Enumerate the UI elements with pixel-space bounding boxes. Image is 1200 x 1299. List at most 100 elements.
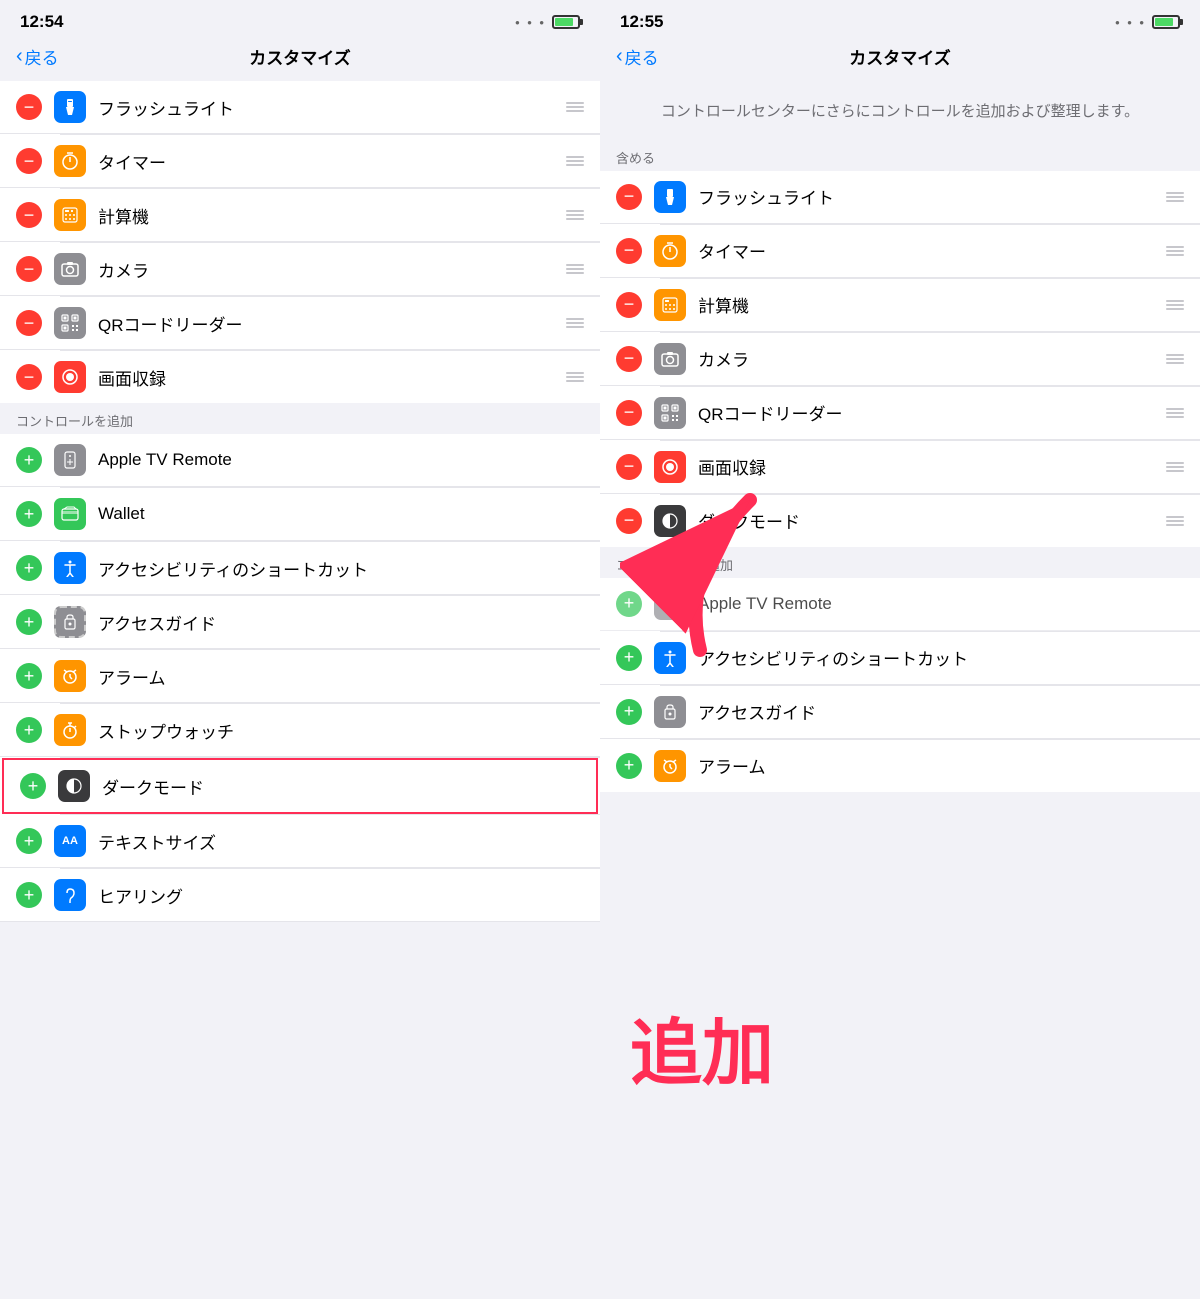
left-add-group: + Apple TV Remote + Wallet + アクセシビリティのショ… bbox=[0, 434, 600, 922]
list-item: − フラッシュライト bbox=[0, 81, 600, 134]
remove-button[interactable]: − bbox=[16, 148, 42, 174]
qr-icon bbox=[654, 397, 686, 429]
list-item: + アクセスガイド bbox=[600, 686, 1200, 739]
add-button[interactable]: + bbox=[16, 447, 42, 473]
description-text: コントロールセンターにさらにコントロールを追加および整理します。 bbox=[600, 81, 1200, 140]
remove-button[interactable]: − bbox=[616, 508, 642, 534]
add-button[interactable]: + bbox=[16, 609, 42, 635]
left-time: 12:54 bbox=[20, 12, 63, 32]
drag-handle[interactable] bbox=[558, 156, 584, 166]
add-button[interactable]: + bbox=[616, 699, 642, 725]
list-item: − 画面収録 bbox=[0, 351, 600, 403]
list-item: − フラッシュライト bbox=[600, 171, 1200, 224]
add-section-header: コントロールを追加 bbox=[0, 403, 600, 434]
drag-handle[interactable] bbox=[1158, 462, 1184, 472]
battery-icon bbox=[1152, 15, 1180, 29]
list-item: − 計算機 bbox=[600, 279, 1200, 332]
guided-access-icon bbox=[54, 606, 86, 638]
remove-button[interactable]: − bbox=[16, 94, 42, 120]
left-status-icons: • • • bbox=[515, 15, 580, 30]
drag-handle[interactable] bbox=[1158, 246, 1184, 256]
item-label: 画面収録 bbox=[98, 365, 558, 390]
item-label: ダークモード bbox=[698, 508, 1158, 533]
battery-icon bbox=[552, 15, 580, 29]
back-label: 戻る bbox=[625, 44, 659, 69]
drag-handle[interactable] bbox=[558, 372, 584, 382]
back-chevron-icon: ‹ bbox=[616, 45, 623, 68]
left-back-button[interactable]: ‹ 戻る bbox=[16, 44, 59, 69]
right-panel: 12:55 • • • ‹ 戻る カスタマイズ コントロールセンターにさらにコン… bbox=[600, 0, 1200, 1299]
item-label: カメラ bbox=[698, 346, 1158, 371]
drag-handle[interactable] bbox=[1158, 354, 1184, 364]
list-item: + アクセシビリティのショートカット bbox=[0, 542, 600, 595]
list-item: + アラーム bbox=[0, 650, 600, 703]
screen-record-icon bbox=[54, 361, 86, 393]
drag-handle[interactable] bbox=[1158, 516, 1184, 526]
drag-handle[interactable] bbox=[1158, 300, 1184, 310]
add-button[interactable]: + bbox=[616, 591, 642, 617]
drag-handle[interactable] bbox=[558, 210, 584, 220]
list-item: + Apple TV Remote bbox=[0, 434, 600, 487]
text-size-icon: AA bbox=[54, 825, 86, 857]
add-button[interactable]: + bbox=[16, 663, 42, 689]
screen-record-icon bbox=[654, 451, 686, 483]
list-item: + アラーム bbox=[600, 740, 1200, 792]
list-item: − タイマー bbox=[600, 225, 1200, 278]
list-item: − タイマー bbox=[0, 135, 600, 188]
item-label: アラーム bbox=[98, 664, 584, 689]
appletv-icon bbox=[654, 588, 686, 620]
item-label: アクセスガイド bbox=[98, 610, 584, 635]
back-chevron-icon: ‹ bbox=[16, 45, 23, 68]
add-button[interactable]: + bbox=[16, 717, 42, 743]
add-button[interactable]: + bbox=[16, 882, 42, 908]
add-button[interactable]: + bbox=[616, 645, 642, 671]
drag-handle[interactable] bbox=[558, 264, 584, 274]
left-nav-bar: ‹ 戻る カスタマイズ bbox=[0, 36, 600, 81]
remove-button[interactable]: − bbox=[16, 202, 42, 228]
drag-handle[interactable] bbox=[1158, 408, 1184, 418]
included-section-header: 含める bbox=[600, 140, 1200, 171]
calculator-icon bbox=[654, 289, 686, 321]
remove-button[interactable]: − bbox=[616, 184, 642, 210]
list-item: − カメラ bbox=[0, 243, 600, 296]
item-label: ストップウォッチ bbox=[98, 718, 584, 743]
item-label: カメラ bbox=[98, 257, 558, 282]
item-label: アクセシビリティのショートカット bbox=[698, 645, 1184, 670]
item-label: ヒアリング bbox=[98, 883, 584, 908]
remove-button[interactable]: − bbox=[616, 238, 642, 264]
add-button[interactable]: + bbox=[20, 773, 46, 799]
right-back-button[interactable]: ‹ 戻る bbox=[616, 44, 659, 69]
remove-button[interactable]: − bbox=[16, 310, 42, 336]
right-time: 12:55 bbox=[620, 12, 663, 32]
left-status-bar: 12:54 • • • bbox=[0, 0, 600, 36]
drag-handle[interactable] bbox=[558, 318, 584, 328]
remove-button[interactable]: − bbox=[16, 364, 42, 390]
remove-button[interactable]: − bbox=[616, 454, 642, 480]
item-label: アクセシビリティのショートカット bbox=[98, 556, 584, 581]
add-button[interactable]: + bbox=[16, 501, 42, 527]
calculator-icon bbox=[54, 199, 86, 231]
right-included-group: − フラッシュライト − タイマー − 計算機 bbox=[600, 171, 1200, 547]
drag-handle[interactable] bbox=[1158, 192, 1184, 202]
appletv-icon bbox=[54, 444, 86, 476]
item-label: アクセスガイド bbox=[698, 699, 1184, 724]
timer-icon bbox=[654, 235, 686, 267]
drag-handle[interactable] bbox=[558, 102, 584, 112]
add-button[interactable]: + bbox=[16, 828, 42, 854]
remove-button[interactable]: − bbox=[16, 256, 42, 282]
left-nav-title: カスタマイズ bbox=[249, 44, 351, 69]
list-item: − QRコードリーダー bbox=[0, 297, 600, 350]
add-button[interactable]: + bbox=[16, 555, 42, 581]
remove-button[interactable]: − bbox=[616, 346, 642, 372]
list-item: + Apple TV Remote bbox=[600, 578, 1200, 631]
add-button[interactable]: + bbox=[616, 753, 642, 779]
dark-mode-icon bbox=[654, 505, 686, 537]
accessibility-icon bbox=[654, 642, 686, 674]
remove-button[interactable]: − bbox=[616, 400, 642, 426]
item-label: タイマー bbox=[698, 238, 1158, 263]
remove-button[interactable]: − bbox=[616, 292, 642, 318]
flashlight-icon bbox=[654, 181, 686, 213]
list-item: − 画面収録 bbox=[600, 441, 1200, 494]
guided-access-icon bbox=[654, 696, 686, 728]
item-label: 計算機 bbox=[698, 292, 1158, 317]
